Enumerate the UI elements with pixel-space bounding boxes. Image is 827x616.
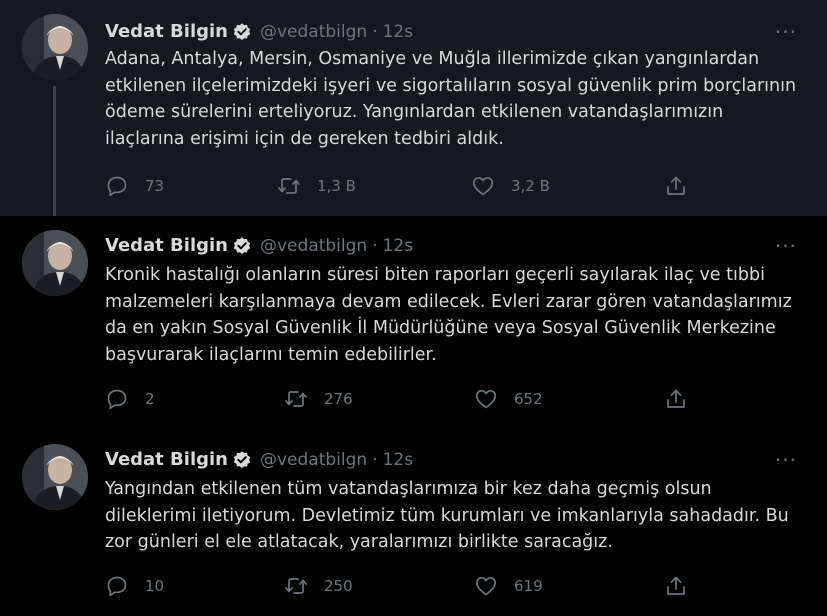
tweet[interactable]: Vedat Bilgin @vedatbilgn · 12s ··· Yangı… bbox=[0, 428, 827, 616]
tweet-text: Yangından etkilenen tüm vatandaşlarımıza… bbox=[105, 479, 789, 552]
tweet-actions: 10 250 619 bbox=[105, 573, 705, 599]
display-name[interactable]: Vedat Bilgin bbox=[105, 21, 228, 42]
timestamp[interactable]: 12s bbox=[383, 450, 414, 470]
retweet-button[interactable]: 276 bbox=[284, 386, 353, 412]
tweet[interactable]: Vedat Bilgin @vedatbilgn · 12s ··· Kroni… bbox=[0, 216, 827, 428]
tweet-actions: 73 1,3 B 3,2 B bbox=[105, 173, 705, 199]
tweet-actions: 2 276 652 bbox=[105, 386, 705, 412]
share-icon bbox=[667, 576, 685, 595]
display-name[interactable]: Vedat Bilgin bbox=[105, 235, 228, 256]
heart-icon bbox=[475, 389, 497, 409]
reply-count: 2 bbox=[145, 390, 155, 408]
timestamp[interactable]: 12s bbox=[383, 236, 414, 256]
verified-badge-icon bbox=[233, 236, 251, 254]
retweet-count: 250 bbox=[324, 577, 353, 595]
separator-dot: · bbox=[372, 449, 378, 470]
tweet-text: Kronik hastalığı olanların süresi biten … bbox=[105, 265, 792, 365]
retweet-icon bbox=[285, 391, 307, 407]
retweet-icon bbox=[278, 178, 300, 194]
reply-icon bbox=[107, 176, 127, 197]
reply-icon bbox=[107, 576, 127, 597]
reply-icon bbox=[107, 389, 127, 410]
tweet-header: Vedat Bilgin @vedatbilgn · 12s bbox=[105, 235, 413, 256]
reply-count: 73 bbox=[145, 177, 165, 195]
share-icon bbox=[667, 389, 685, 408]
retweet-count: 276 bbox=[324, 390, 353, 408]
more-icon[interactable]: ··· bbox=[775, 236, 797, 256]
avatar[interactable] bbox=[22, 444, 88, 510]
separator-dot: · bbox=[372, 235, 378, 256]
thread-line bbox=[53, 86, 56, 216]
retweet-button[interactable]: 1,3 B bbox=[277, 173, 356, 199]
verified-badge-icon bbox=[233, 22, 251, 40]
retweet-button[interactable]: 250 bbox=[284, 573, 353, 599]
handle[interactable]: @vedatbilgn bbox=[260, 450, 367, 470]
handle[interactable]: @vedatbilgn bbox=[260, 22, 367, 42]
more-icon[interactable]: ··· bbox=[775, 450, 797, 470]
share-button[interactable] bbox=[664, 573, 688, 599]
like-button[interactable]: 3,2 B bbox=[471, 173, 550, 199]
reply-count: 10 bbox=[145, 577, 165, 595]
display-name[interactable]: Vedat Bilgin bbox=[105, 449, 228, 470]
share-icon bbox=[667, 176, 685, 195]
tweet-header: Vedat Bilgin @vedatbilgn · 12s bbox=[105, 449, 413, 470]
like-button[interactable]: 619 bbox=[474, 573, 543, 599]
share-button[interactable] bbox=[664, 173, 688, 199]
separator-dot: · bbox=[372, 21, 378, 42]
reply-button[interactable]: 10 bbox=[105, 573, 164, 599]
like-count: 619 bbox=[514, 577, 543, 595]
timestamp[interactable]: 12s bbox=[383, 22, 414, 42]
avatar[interactable] bbox=[22, 230, 88, 296]
tweet[interactable]: Vedat Bilgin @vedatbilgn · 12s ··· Adana… bbox=[0, 0, 827, 216]
tweet-text: Adana, Antalya, Mersin, Osmaniye ve Muğl… bbox=[105, 49, 797, 149]
more-icon[interactable]: ··· bbox=[775, 22, 797, 42]
reply-button[interactable]: 2 bbox=[105, 386, 155, 412]
tweet-header: Vedat Bilgin @vedatbilgn · 12s bbox=[105, 21, 413, 42]
like-count: 3,2 B bbox=[511, 177, 550, 195]
heart-icon bbox=[472, 176, 494, 196]
retweet-count: 1,3 B bbox=[317, 177, 356, 195]
handle[interactable]: @vedatbilgn bbox=[260, 236, 367, 256]
like-button[interactable]: 652 bbox=[474, 386, 543, 412]
retweet-icon bbox=[285, 578, 307, 594]
heart-icon bbox=[475, 576, 497, 596]
verified-badge-icon bbox=[233, 450, 251, 468]
avatar[interactable] bbox=[22, 14, 88, 80]
share-button[interactable] bbox=[664, 386, 688, 412]
reply-button[interactable]: 73 bbox=[105, 173, 164, 199]
like-count: 652 bbox=[514, 390, 543, 408]
